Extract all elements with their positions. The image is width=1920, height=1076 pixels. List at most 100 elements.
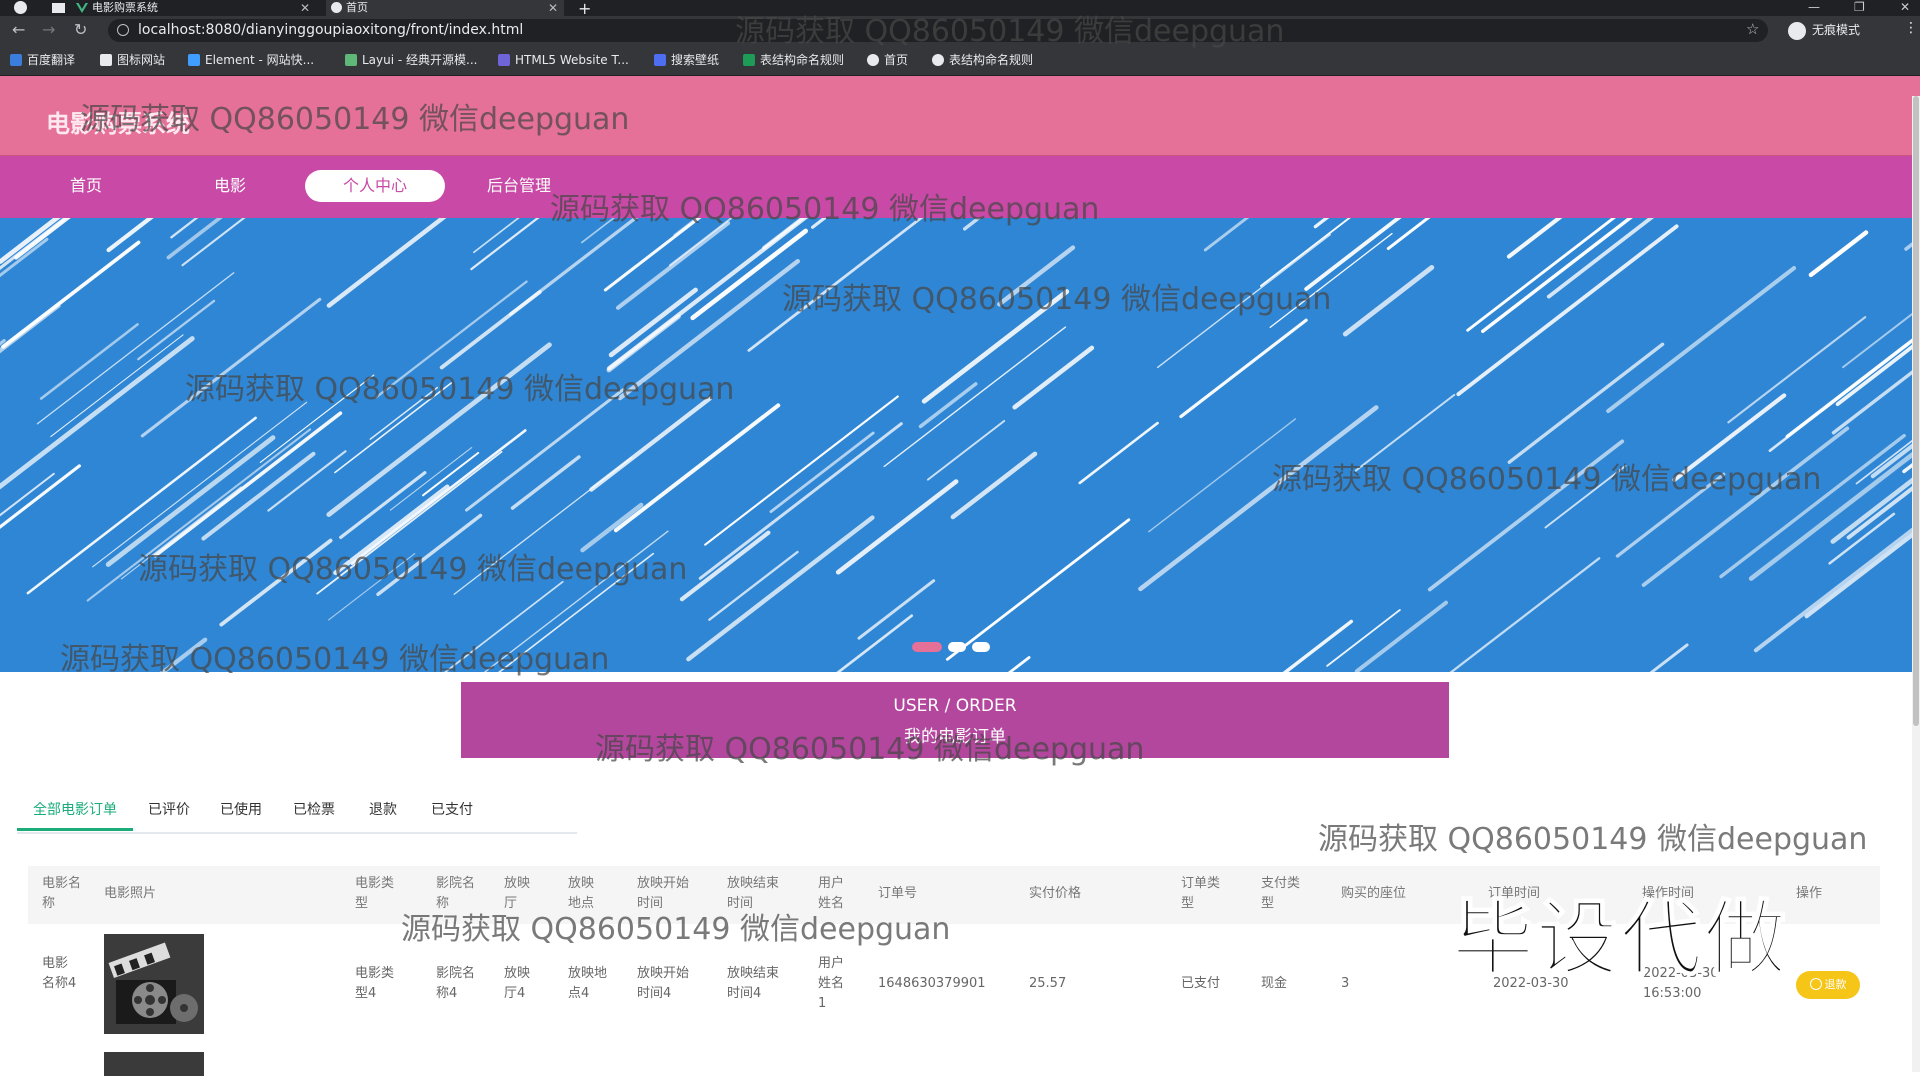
restore-icon[interactable]: ❐	[1854, 0, 1865, 14]
nav-admin[interactable]: 后台管理	[449, 170, 589, 202]
th-start-time: 放映开始时间	[637, 876, 690, 911]
bookmark-baidu-translate[interactable]: 百度翻译	[10, 52, 75, 68]
refund-button[interactable]: 退款	[1796, 971, 1860, 999]
nav-movies[interactable]: 电影	[160, 170, 300, 202]
url-text: localhost:8080/dianyinggoupiaoxitong/fro…	[138, 22, 524, 38]
banner-streak	[1649, 643, 1689, 672]
bookmark-home[interactable]: 首页	[867, 52, 908, 68]
banner-streak	[1138, 405, 1379, 592]
carousel-dot-3[interactable]	[972, 642, 990, 652]
main-nav: 首页 电影 个人中心 后台管理	[0, 156, 1920, 218]
nav-home[interactable]: 首页	[16, 170, 156, 202]
tab-refund[interactable]: 退款	[369, 800, 397, 820]
browser-tab-bar: 电影购票系统 ✕ 首页 ✕ + — ❐ ✕	[0, 0, 1920, 18]
banner-streak	[105, 435, 276, 567]
banner-streak	[679, 530, 771, 602]
close-window-icon[interactable]: ✕	[1900, 0, 1910, 14]
cell-cinema-name: 影院名称4	[436, 966, 476, 1001]
star-icon[interactable]: ☆	[1746, 20, 1759, 38]
banner-streak	[1342, 265, 1435, 337]
bookmark-wallpaper[interactable]: 搜索壁纸	[654, 52, 719, 68]
address-row: ← → ↻ localhost:8080/dianyinggoupiaoxito…	[0, 16, 1920, 45]
banner-streak	[1506, 218, 1563, 259]
tab-checked[interactable]: 已检票	[293, 800, 335, 820]
tab-movie-system[interactable]: 电影购票系统 ✕	[72, 0, 316, 16]
bookmark-naming-rules[interactable]: 表结构命名规则	[743, 52, 844, 68]
incognito-icon	[1787, 21, 1806, 40]
banner-streak	[326, 218, 447, 308]
th-cinema-name: 影院名称	[436, 876, 476, 911]
globe-icon	[331, 2, 342, 13]
banner-streak	[1641, 426, 1850, 587]
menu-icon[interactable]: ⋮	[1904, 20, 1918, 36]
tab-home[interactable]: 首页 ✕	[326, 0, 564, 16]
banner-streak	[962, 218, 982, 231]
tab-reviewed[interactable]: 已评价	[148, 800, 190, 820]
banner-streak	[508, 218, 639, 316]
bookmark-html5[interactable]: HTML5 Website T...	[498, 52, 629, 68]
cell-order-type: 已支付	[1181, 976, 1221, 991]
th-seats: 购买的座位	[1341, 886, 1407, 901]
banner-streak	[1203, 218, 1250, 252]
translate-icon	[10, 54, 22, 66]
th-order-no: 订单号	[878, 886, 918, 901]
film-clapper-icon	[104, 934, 204, 1034]
reload-icon[interactable]: ↻	[74, 20, 87, 39]
close-tab-icon[interactable]: ✕	[548, 0, 558, 16]
tab-used[interactable]: 已使用	[220, 800, 262, 820]
bookmark-element[interactable]: Element - 网站快...	[188, 52, 314, 68]
bookmark-icon-site[interactable]: 图标网站	[100, 52, 165, 68]
minimize-icon[interactable]: —	[1808, 0, 1820, 14]
bookmarks-bar: 百度翻译 图标网站 Element - 网站快... Layui - 经典开源模…	[0, 45, 1920, 76]
banner-streak	[836, 614, 914, 672]
incognito-profile[interactable]: 无痕模式	[1787, 20, 1860, 40]
address-bar[interactable]: localhost:8080/dianyinggoupiaoxitong/fro…	[108, 19, 1768, 42]
banner-streak	[334, 382, 453, 474]
banner-streak	[613, 403, 781, 533]
carousel-dot-1[interactable]	[912, 642, 942, 652]
back-icon[interactable]: ←	[12, 20, 25, 39]
tab-paid[interactable]: 已支付	[431, 800, 473, 820]
banner-streak	[201, 451, 316, 541]
banner-streak	[140, 297, 322, 438]
section-title-banner: USER / ORDER 我的电影订单	[461, 682, 1449, 758]
banner-streak	[810, 218, 828, 229]
banner-streak	[690, 228, 808, 321]
banner-streak	[1260, 218, 1351, 287]
banner-image	[0, 218, 1920, 672]
banner-streak	[945, 518, 1131, 661]
banner-streak	[259, 374, 375, 463]
cell-start-time: 放映开始时间4	[637, 966, 690, 1001]
banner-streak	[589, 396, 712, 492]
banner-streak	[350, 429, 527, 565]
watermark-text: 源码获取 QQ86050149 微信deepguan	[1318, 822, 1868, 857]
banner-streak	[1354, 600, 1449, 672]
nav-user-center[interactable]: 个人中心	[305, 170, 445, 202]
carousel-dot-2[interactable]	[948, 642, 966, 652]
scrollbar-thumb[interactable]	[1913, 96, 1919, 726]
bookmark-layui[interactable]: Layui - 经典开源模...	[345, 52, 477, 68]
banner-streak	[328, 553, 416, 621]
banner-streak	[926, 419, 1006, 481]
banner-streak	[1507, 342, 1665, 464]
globe-icon	[867, 54, 879, 66]
th-price: 实付价格	[1029, 886, 1082, 901]
close-tab-icon[interactable]: ✕	[300, 0, 310, 16]
section-title-en: USER / ORDER	[893, 696, 1017, 716]
tab-all-orders[interactable]: 全部电影订单	[33, 800, 117, 820]
banner-streak	[1606, 266, 1797, 414]
banner-streak	[470, 218, 540, 271]
cell-location: 放映地点4	[568, 966, 608, 1001]
window-icon[interactable]	[52, 3, 65, 13]
sheet-icon	[743, 54, 755, 66]
banner-streak	[1546, 218, 1655, 299]
banner-streak	[86, 428, 312, 602]
element-icon	[188, 54, 200, 66]
banner-streak	[181, 218, 246, 267]
info-icon[interactable]	[117, 24, 129, 36]
cell-user-name: 用户姓名1	[818, 956, 845, 1011]
banner-carousel[interactable]	[0, 218, 1920, 672]
forward-icon[interactable]: →	[42, 20, 55, 39]
bookmark-naming-rules-2[interactable]: 表结构命名规则	[932, 52, 1033, 68]
banner-streak	[918, 382, 978, 429]
